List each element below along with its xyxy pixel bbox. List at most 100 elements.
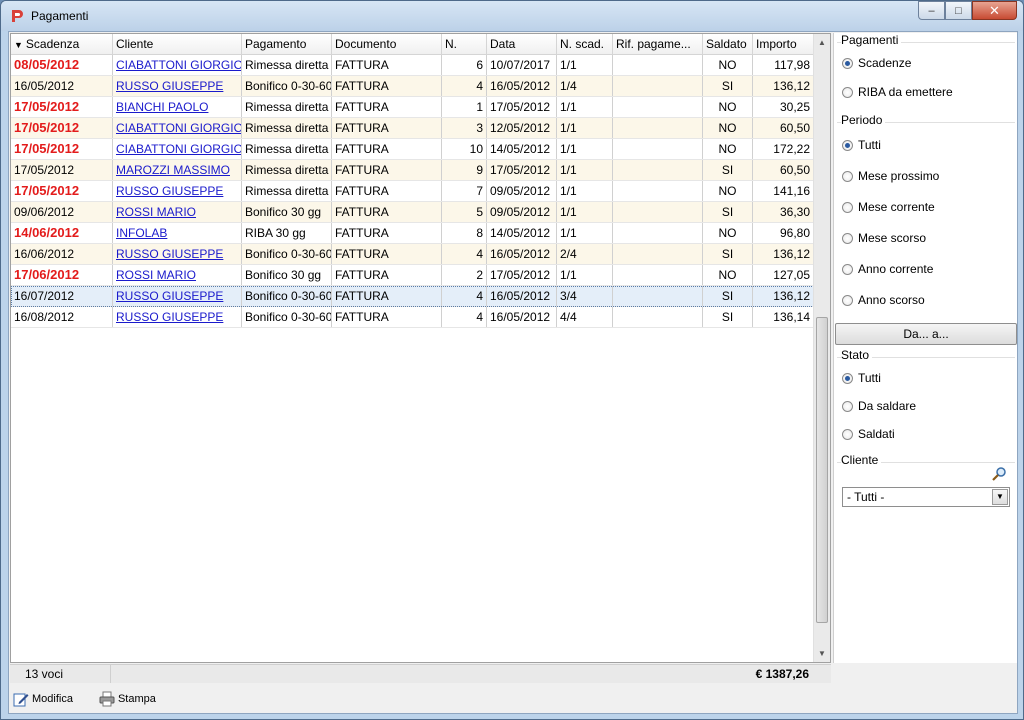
radio-anno-corrente[interactable]: Anno corrente	[842, 262, 933, 276]
date-range-button[interactable]: Da... a...	[835, 323, 1017, 345]
cell-n-scad: 2/4	[557, 244, 613, 264]
cell-scadenza: 09/06/2012	[11, 202, 113, 222]
column-header-cliente[interactable]: Cliente	[113, 34, 242, 55]
cell-data: 17/05/2012	[487, 97, 557, 117]
cell-cliente[interactable]: RUSSO GIUSEPPE	[113, 286, 242, 306]
maximize-button[interactable]: □	[945, 1, 972, 20]
cell-cliente[interactable]: BIANCHI PAOLO	[113, 97, 242, 117]
column-header-n-scad[interactable]: N. scad.	[557, 34, 613, 55]
cell-rif-pagamento	[613, 223, 703, 243]
radio-da-saldare[interactable]: Da saldare	[842, 399, 916, 413]
radio-empty-icon	[842, 400, 853, 412]
radio-empty-icon	[842, 263, 853, 275]
vertical-scrollbar[interactable]: ▲ ▼	[813, 34, 830, 662]
cell-n-scad: 4/4	[557, 307, 613, 327]
filter-panel: Pagamenti Scadenze RIBA da emettere Peri…	[833, 33, 1017, 663]
cell-scadenza: 16/05/2012	[11, 76, 113, 96]
table-row[interactable]: 16/07/2012 RUSSO GIUSEPPE Bonifico 0-30-60…	[11, 286, 814, 307]
table-row[interactable]: 17/06/2012 ROSSI MARIO Bonifico 30 gg FATTU…	[11, 265, 814, 286]
cell-pagamento: Rimessa diretta	[242, 139, 332, 159]
column-header-rif-pagamento[interactable]: Rif. pagame...	[613, 34, 703, 55]
minimize-button[interactable]: ‒	[918, 1, 945, 20]
cell-documento: FATTURA	[332, 265, 442, 285]
table-row[interactable]: 17/05/2012 CIABATTONI GIORGIO Rimessa dire…	[11, 118, 814, 139]
cell-cliente[interactable]: MAROZZI MASSIMO	[113, 160, 242, 180]
edit-button[interactable]: Modifica	[13, 691, 73, 707]
cell-cliente[interactable]: RUSSO GIUSEPPE	[113, 181, 242, 201]
cell-documento: FATTURA	[332, 160, 442, 180]
column-header-documento[interactable]: Documento	[332, 34, 442, 55]
column-header-saldato[interactable]: Saldato	[703, 34, 753, 55]
column-header-scadenza[interactable]: ▼ Scadenza	[11, 34, 113, 55]
cell-documento: FATTURA	[332, 223, 442, 243]
table-row[interactable]: 09/06/2012 ROSSI MARIO Bonifico 30 gg FATTU…	[11, 202, 814, 223]
column-header-pagamento[interactable]: Pagamento	[242, 34, 332, 55]
radio-empty-icon	[842, 428, 853, 440]
table-row[interactable]: 17/05/2012 MAROZZI MASSIMO Rimessa diretta…	[11, 160, 814, 181]
radio-riba-da-emettere[interactable]: RIBA da emettere	[842, 85, 953, 99]
radio-anno-scorso[interactable]: Anno scorso	[842, 293, 925, 307]
cell-scadenza: 16/07/2012	[11, 286, 113, 306]
close-button[interactable]: ✕	[972, 1, 1017, 20]
column-header-importo[interactable]: Importo	[753, 34, 814, 55]
radio-empty-icon	[842, 86, 853, 98]
scroll-down-icon[interactable]: ▼	[814, 645, 830, 662]
grid-body: 08/05/2012 CIABATTONI GIORGIO Rimessa dire…	[11, 55, 814, 328]
radio-mese-prossimo[interactable]: Mese prossimo	[842, 169, 939, 183]
cell-n-scad: 1/1	[557, 160, 613, 180]
cell-pagamento: Rimessa diretta	[242, 118, 332, 138]
cell-cliente[interactable]: INFOLAB	[113, 223, 242, 243]
table-row[interactable]: 17/05/2012 RUSSO GIUSEPPE Rimessa diretta F…	[11, 181, 814, 202]
search-icon[interactable]	[991, 466, 1007, 482]
radio-empty-icon	[842, 232, 853, 244]
table-row[interactable]: 17/05/2012 CIABATTONI GIORGIO Rimessa dire…	[11, 139, 814, 160]
print-button[interactable]: Stampa	[99, 691, 156, 707]
column-header-data[interactable]: Data	[487, 34, 557, 55]
cell-numero: 4	[442, 244, 487, 264]
cell-documento: FATTURA	[332, 139, 442, 159]
table-row[interactable]: 16/06/2012 RUSSO GIUSEPPE Bonifico 0-30-60…	[11, 244, 814, 265]
cell-n-scad: 3/4	[557, 286, 613, 306]
radio-scadenze[interactable]: Scadenze	[842, 56, 911, 70]
column-header-numero[interactable]: N.	[442, 34, 487, 55]
cell-n-scad: 1/1	[557, 55, 613, 75]
scroll-up-icon[interactable]: ▲	[814, 34, 830, 51]
cell-pagamento: Rimessa diretta	[242, 160, 332, 180]
radio-mese-scorso[interactable]: Mese scorso	[842, 231, 926, 245]
cell-data: 09/05/2012	[487, 181, 557, 201]
title-bar[interactable]: Pagamenti ‒ □ ✕	[1, 1, 1023, 31]
cell-cliente[interactable]: CIABATTONI GIORGIO	[113, 118, 242, 138]
table-row[interactable]: 14/06/2012 INFOLAB RIBA 30 gg FATTURA 8 14/05…	[11, 223, 814, 244]
cell-pagamento: Bonifico 0-30-60	[242, 286, 332, 306]
cell-n-scad: 1/1	[557, 202, 613, 222]
cell-saldato: NO	[703, 265, 753, 285]
cell-cliente[interactable]: ROSSI MARIO	[113, 202, 242, 222]
cell-pagamento: Bonifico 0-30-60	[242, 244, 332, 264]
cell-scadenza: 17/05/2012	[11, 139, 113, 159]
scrollbar-thumb[interactable]	[816, 317, 828, 623]
cell-data: 09/05/2012	[487, 202, 557, 222]
table-row[interactable]: 16/05/2012 RUSSO GIUSEPPE Bonifico 0-30-60…	[11, 76, 814, 97]
cell-cliente[interactable]: CIABATTONI GIORGIO	[113, 139, 242, 159]
cell-cliente[interactable]: ROSSI MARIO	[113, 265, 242, 285]
chevron-down-icon[interactable]: ▼	[992, 489, 1008, 505]
print-button-label: Stampa	[117, 693, 156, 705]
table-row[interactable]: 08/05/2012 CIABATTONI GIORGIO Rimessa dire…	[11, 55, 814, 76]
radio-periodo-tutti[interactable]: Tutti	[842, 138, 881, 152]
cliente-select[interactable]: - Tutti - ▼	[842, 487, 1010, 507]
cell-pagamento: Bonifico 0-30-60	[242, 76, 332, 96]
cell-importo: 36,30	[753, 202, 814, 222]
cell-cliente[interactable]: CIABATTONI GIORGIO	[113, 55, 242, 75]
radio-saldati[interactable]: Saldati	[842, 427, 895, 441]
cell-cliente[interactable]: RUSSO GIUSEPPE	[113, 76, 242, 96]
cell-cliente[interactable]: RUSSO GIUSEPPE	[113, 307, 242, 327]
cell-rif-pagamento	[613, 118, 703, 138]
maximize-icon: □	[955, 4, 962, 17]
radio-stato-tutti[interactable]: Tutti	[842, 371, 881, 385]
radio-selected-icon	[842, 139, 853, 151]
table-row[interactable]: 16/08/2012 RUSSO GIUSEPPE Bonifico 0-30-60…	[11, 307, 814, 328]
cell-importo: 136,12	[753, 76, 814, 96]
radio-mese-corrente[interactable]: Mese corrente	[842, 200, 935, 214]
table-row[interactable]: 17/05/2012 BIANCHI PAOLO Rimessa diretta FA…	[11, 97, 814, 118]
cell-cliente[interactable]: RUSSO GIUSEPPE	[113, 244, 242, 264]
